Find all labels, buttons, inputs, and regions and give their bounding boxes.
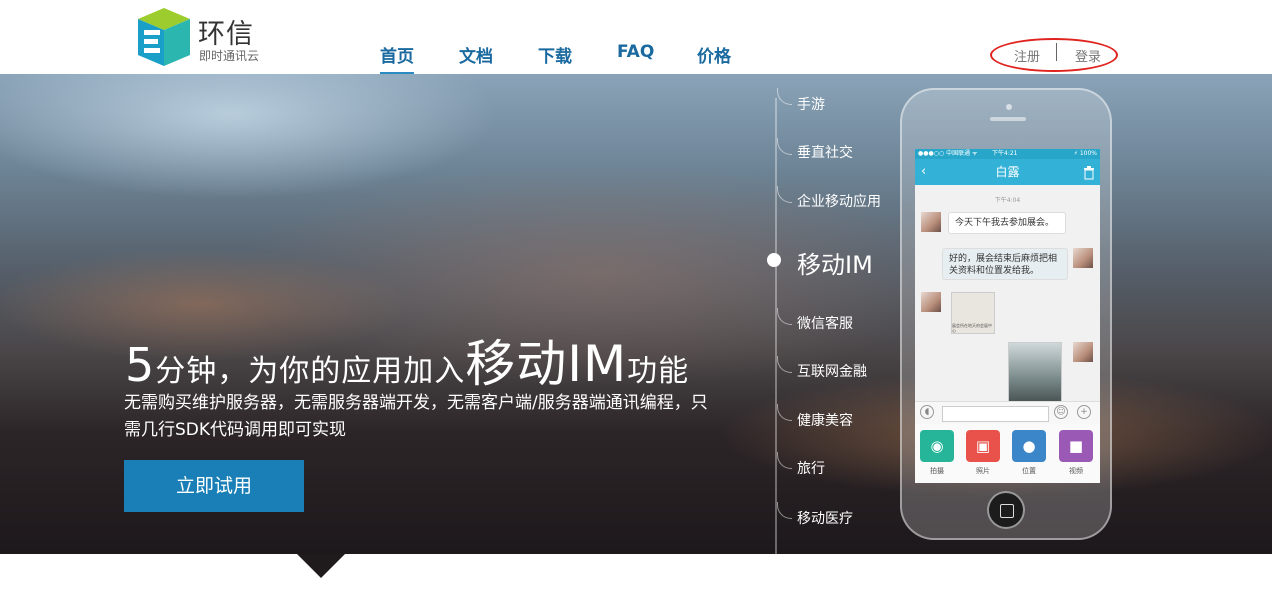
hero-title-mid: 分钟，为你的应用加入 — [155, 354, 466, 389]
action-location[interactable]: ● 位置 — [1011, 430, 1047, 476]
video-icon[interactable]: ■ — [1059, 430, 1093, 462]
phone-camera — [1006, 104, 1012, 110]
category-health-beauty[interactable]: 健康美容 — [797, 410, 853, 430]
chat-timestamp: 下午4:04 — [994, 197, 1021, 204]
category-vertical-social[interactable]: 垂直社交 — [797, 142, 853, 162]
battery-label: ⚡ 100% — [1073, 150, 1097, 157]
logo-cube-icon — [138, 8, 190, 66]
category-wechat-service[interactable]: 微信客服 — [797, 313, 853, 333]
action-label: 照片 — [976, 467, 990, 475]
category-travel[interactable]: 旅行 — [797, 458, 825, 478]
avatar — [921, 212, 941, 232]
category-timeline — [775, 98, 777, 554]
brand-logo[interactable]: 环信 即时通讯云 — [136, 6, 276, 68]
nav-download[interactable]: 下载 — [538, 42, 572, 67]
action-label: 位置 — [1022, 467, 1036, 475]
try-now-button[interactable]: 立即试用 — [124, 460, 304, 512]
phone-speaker-slot — [990, 117, 1026, 121]
nav-faq[interactable]: FAQ — [617, 42, 654, 62]
status-time: 下午4:21 — [992, 150, 1018, 157]
phone-home-button — [987, 491, 1025, 529]
nav-home[interactable]: 首页 — [380, 42, 414, 75]
trash-icon[interactable] — [1083, 159, 1095, 185]
hero-title-tail: 功能 — [627, 354, 690, 389]
action-camera[interactable]: ◉ 拍摄 — [919, 430, 955, 476]
phone-screen: ●●●○○ 中国联通 ᯤ 下午4:21 ⚡ 100% ‹ 白露 下午4:04 今… — [915, 149, 1100, 483]
brand-subtitle: 即时通讯云 — [199, 49, 260, 63]
hero-title: 5分钟，为你的应用加入移动IM功能 — [125, 324, 689, 396]
brand-title: 环信 — [198, 19, 254, 50]
top-header: 环信 即时通讯云 首页 文档 下载 FAQ 价格 注册 登录 — [0, 0, 1272, 75]
category-mobile-im[interactable]: 移动IM — [797, 245, 873, 280]
map-caption: 展会所在地天府会展中心 — [952, 323, 992, 333]
carrier-label: ●●●○○ 中国联通 ᯤ — [918, 150, 978, 157]
chat-title: 白露 — [995, 165, 1020, 179]
login-link[interactable]: 登录 — [1075, 46, 1101, 65]
action-video[interactable]: ■ 视频 — [1058, 430, 1094, 476]
microphone-icon[interactable]: ◖ — [920, 405, 934, 419]
section-pointer-arrow — [297, 554, 345, 578]
chat-input-bar: ◖ ☺ + — [915, 401, 1100, 424]
chevron-left-icon[interactable]: ‹ — [921, 159, 926, 185]
avatar — [1073, 248, 1093, 268]
plus-icon[interactable]: + — [1077, 405, 1091, 419]
location-map-thumbnail[interactable]: 展会所在地天府会展中心 — [951, 292, 995, 334]
status-bar: ●●●○○ 中国联通 ᯤ 下午4:21 ⚡ 100% — [915, 149, 1100, 159]
category-internet-finance[interactable]: 互联网金融 — [797, 361, 867, 381]
register-link[interactable]: 注册 — [1014, 46, 1040, 65]
camera-icon[interactable]: ◉ — [920, 430, 954, 462]
hero-title-lead: 5 — [125, 338, 156, 392]
message-bubble-left: 今天下午我去参加展会。 — [948, 212, 1066, 234]
auth-divider — [1056, 43, 1057, 61]
hero-description: 无需购买维护服务器，无需服务器端开发，无需客户端/服务器端通讯编程，只需几行SD… — [124, 393, 708, 440]
action-label: 视频 — [1069, 467, 1083, 475]
active-category-dot — [767, 253, 781, 267]
message-bubble-right: 好的，展会结束后麻烦把相关资料和位置发给我。 — [942, 248, 1068, 280]
action-label: 拍摄 — [930, 467, 944, 475]
category-mobile-medical[interactable]: 移动医疗 — [797, 508, 853, 528]
photo-thumbnail[interactable] — [1008, 342, 1062, 402]
hero-title-highlight: 移动IM — [465, 335, 628, 393]
auth-links: 注册 登录 — [990, 38, 1118, 72]
action-photo[interactable]: ▣ 照片 — [965, 430, 1001, 476]
emoji-icon[interactable]: ☺ — [1054, 405, 1068, 419]
nav-pricing[interactable]: 价格 — [697, 42, 731, 67]
avatar — [1073, 342, 1093, 362]
location-pin-icon[interactable]: ● — [1012, 430, 1046, 462]
category-mobile-game[interactable]: 手游 — [797, 94, 825, 114]
avatar — [921, 292, 941, 312]
nav-docs[interactable]: 文档 — [459, 42, 493, 67]
chat-action-panel: ◉ 拍摄 ▣ 照片 ● 位置 ■ 视频 — [915, 424, 1100, 483]
photo-icon[interactable]: ▣ — [966, 430, 1000, 462]
category-enterprise-app[interactable]: 企业移动应用 — [797, 191, 881, 211]
message-input[interactable] — [942, 406, 1049, 422]
chat-titlebar: ‹ 白露 — [915, 159, 1100, 185]
